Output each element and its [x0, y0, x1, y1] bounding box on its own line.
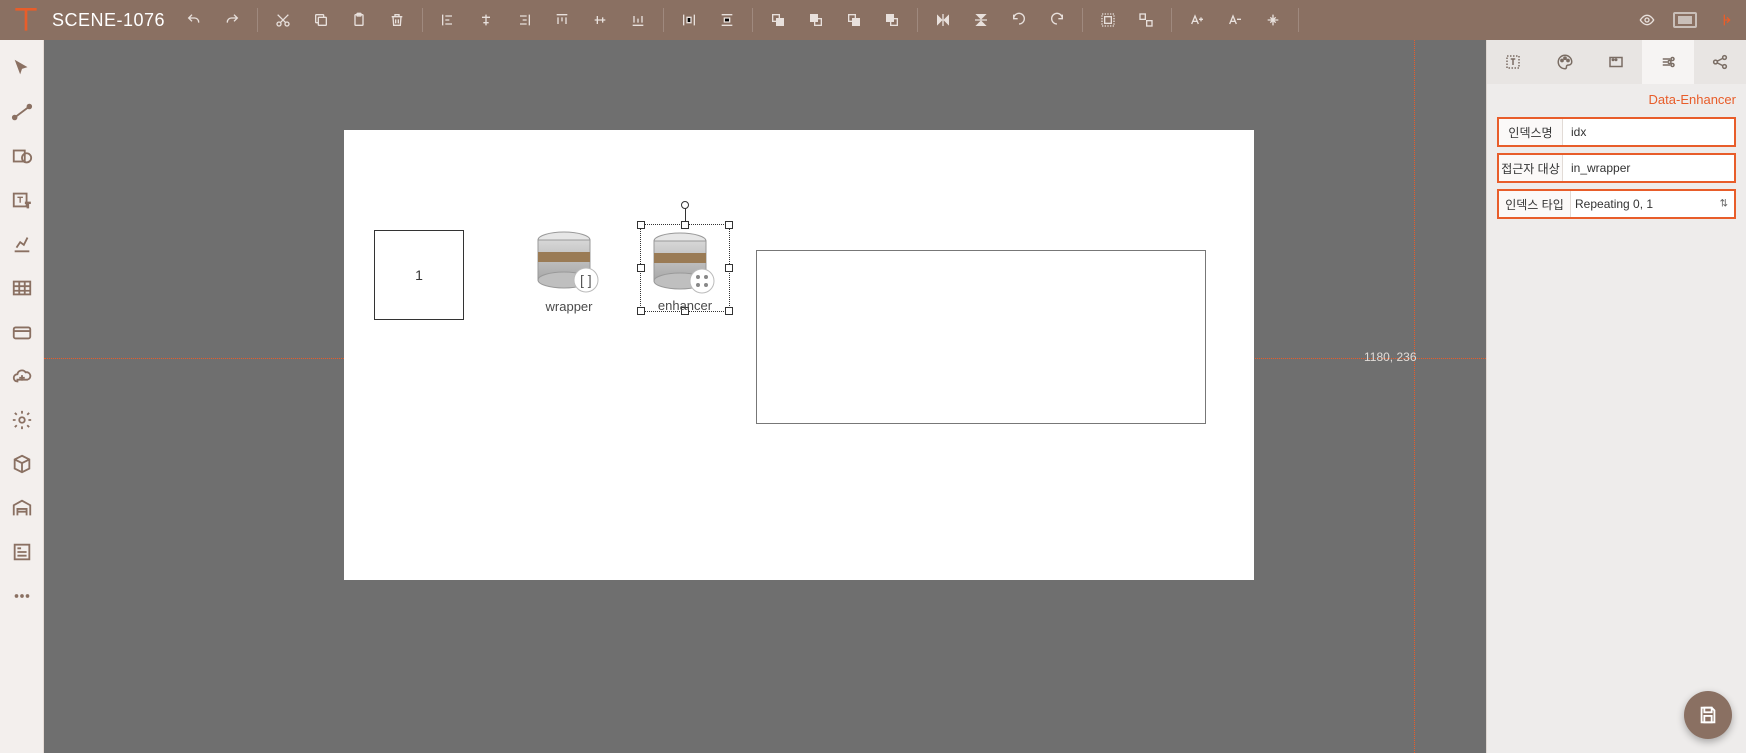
field-label: 인덱스명 [1499, 119, 1563, 145]
field-label: 인덱스 타입 [1499, 191, 1571, 217]
database-icon [650, 231, 720, 295]
toolbar-separator [663, 8, 664, 32]
flip-h-icon[interactable] [924, 0, 962, 40]
shape-tool-icon[interactable] [4, 138, 40, 174]
text-tool-icon[interactable]: T [4, 182, 40, 218]
bring-forward-icon[interactable] [835, 0, 873, 40]
field-label: 접근자 대상 [1499, 155, 1563, 181]
fullscreen-icon[interactable] [1666, 0, 1704, 40]
align-right-icon[interactable] [505, 0, 543, 40]
align-top-icon[interactable] [543, 0, 581, 40]
wrapper-node[interactable]: [ ] wrapper [534, 230, 604, 314]
rotation-handle[interactable] [681, 201, 689, 209]
tab-share[interactable] [1694, 40, 1746, 84]
accessor-target-input[interactable] [1563, 155, 1734, 181]
field-accessor-target: 접근자 대상 [1497, 153, 1736, 183]
field-index-name: 인덱스명 [1497, 117, 1736, 147]
toolbar-separator [752, 8, 753, 32]
send-backward-icon[interactable] [873, 0, 911, 40]
rotate-ccw-icon[interactable] [1000, 0, 1038, 40]
index-box-text: 1 [415, 267, 423, 283]
guide-vertical-icon [1414, 40, 1415, 753]
properties-panel: Data-Enhancer 인덱스명 접근자 대상 인덱스 타입 Repeati… [1486, 40, 1746, 753]
more-tool-icon[interactable] [4, 578, 40, 614]
copy-icon[interactable] [302, 0, 340, 40]
warehouse-tool-icon[interactable] [4, 490, 40, 526]
ungroup-icon[interactable] [1127, 0, 1165, 40]
field-index-type: 인덱스 타입 Repeating 0, 1 [1497, 189, 1736, 219]
tab-colors[interactable] [1539, 40, 1591, 84]
database-icon: [ ] [534, 230, 604, 294]
gear-tool-icon[interactable] [4, 402, 40, 438]
top-toolbar: SCENE-1076 [0, 0, 1746, 40]
enhancer-label: enhancer [641, 298, 729, 313]
save-button[interactable] [1684, 691, 1732, 739]
exit-icon[interactable] [1704, 0, 1742, 40]
redo-icon[interactable] [213, 0, 251, 40]
align-bottom-icon[interactable] [619, 0, 657, 40]
visibility-icon[interactable] [1628, 0, 1666, 40]
table-tool-icon[interactable] [4, 270, 40, 306]
cube-tool-icon[interactable] [4, 446, 40, 482]
empty-rectangle[interactable] [756, 250, 1206, 424]
panel-title: Data-Enhancer [1487, 84, 1746, 117]
cut-icon[interactable] [264, 0, 302, 40]
flip-v-icon[interactable] [962, 0, 1000, 40]
group-icon[interactable] [1089, 0, 1127, 40]
toolbar-separator [422, 8, 423, 32]
paste-icon[interactable] [340, 0, 378, 40]
scene-page[interactable]: 1 [ ] wrapper [344, 130, 1254, 580]
bring-front-icon[interactable] [759, 0, 797, 40]
distribute-v-icon[interactable] [708, 0, 746, 40]
distribute-h-icon[interactable] [670, 0, 708, 40]
svg-text:T: T [25, 200, 30, 209]
line-tool-icon[interactable] [4, 94, 40, 130]
wrapper-label: wrapper [534, 299, 604, 314]
align-center-h-icon[interactable] [467, 0, 505, 40]
toolbar-separator [1082, 8, 1083, 32]
tab-settings[interactable] [1642, 40, 1694, 84]
index-box[interactable]: 1 [374, 230, 464, 320]
index-type-select[interactable]: Repeating 0, 1 [1571, 191, 1734, 217]
align-left-icon[interactable] [429, 0, 467, 40]
align-center-v-icon[interactable] [581, 0, 619, 40]
cloud-tool-icon[interactable] [4, 358, 40, 394]
container-tool-icon[interactable] [4, 314, 40, 350]
scene-title: SCENE-1076 [48, 10, 175, 31]
toolbar-separator [1171, 8, 1172, 32]
undo-icon[interactable] [175, 0, 213, 40]
toolbar-separator [257, 8, 258, 32]
pointer-coordinates: 1180, 236 [1364, 350, 1417, 364]
font-increase-icon[interactable] [1178, 0, 1216, 40]
fit-icon[interactable] [1254, 0, 1292, 40]
index-name-input[interactable] [1563, 119, 1734, 145]
svg-text:[ ]: [ ] [580, 272, 592, 288]
form-tool-icon[interactable] [4, 534, 40, 570]
app-logo [10, 4, 42, 36]
tab-text-style[interactable] [1487, 40, 1539, 84]
send-back-icon[interactable] [797, 0, 835, 40]
panel-tabs [1487, 40, 1746, 84]
left-toolbox: T [0, 40, 44, 753]
selection-box[interactable]: enhancer [640, 224, 730, 312]
tab-effects[interactable] [1591, 40, 1643, 84]
toolbar-separator [917, 8, 918, 32]
chart-tool-icon[interactable] [4, 226, 40, 262]
canvas-area[interactable]: 1180, 236 1 [ ] wrapper [44, 40, 1486, 753]
toolbar-separator [1298, 8, 1299, 32]
font-decrease-icon[interactable] [1216, 0, 1254, 40]
rotate-cw-icon[interactable] [1038, 0, 1076, 40]
select-tool-icon[interactable] [4, 50, 40, 86]
delete-icon[interactable] [378, 0, 416, 40]
